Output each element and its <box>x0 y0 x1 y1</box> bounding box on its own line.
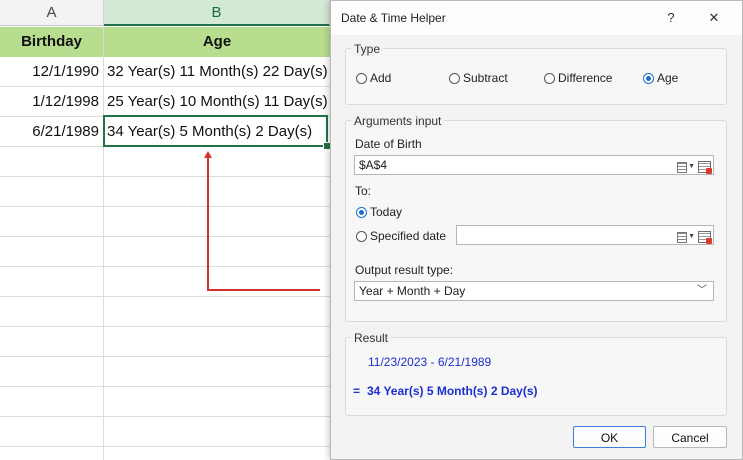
dialog-titlebar[interactable]: Date & Time Helper ? ✕ <box>331 1 742 35</box>
cell-birthday[interactable]: 6/21/1989 <box>0 117 103 147</box>
chevron-down-icon: ﹀ <box>697 285 707 296</box>
output-type-value: Year + Month + Day <box>359 284 466 298</box>
radio-checked-icon <box>643 72 654 84</box>
radio-circle-icon <box>449 72 460 84</box>
radio-label: Today <box>370 205 403 219</box>
result-value: 34 Year(s) 5 Month(s) 2 Day(s) <box>367 384 538 398</box>
result-date-range: 11/23/2023 - 6/21/1989 <box>368 355 492 369</box>
ok-button[interactable]: OK <box>573 426 646 448</box>
dialog-title: Date & Time Helper <box>341 11 446 25</box>
radio-label: Difference <box>558 71 613 85</box>
type-group-title: Type <box>351 42 384 56</box>
dropdown-caret-icon[interactable]: ▼ <box>688 228 695 246</box>
type-group: Type Add Subtract Difference Age <box>345 42 727 105</box>
help-button[interactable]: ? <box>660 7 682 29</box>
result-group-title: Result <box>351 331 392 345</box>
dob-field-icons: ▼ <box>677 158 712 176</box>
specified-date-field[interactable]: ▼ <box>456 225 714 245</box>
dob-value: $A$4 <box>359 158 388 172</box>
arguments-group-title: Arguments input <box>351 114 445 128</box>
radio-label: Specified date <box>370 229 447 243</box>
column-header-a[interactable]: A <box>0 0 104 26</box>
cell-age-header[interactable]: Age <box>104 27 330 57</box>
dob-field[interactable]: $A$4 ▼ <box>354 155 714 175</box>
cell-age[interactable]: 34 Year(s) 5 Month(s) 2 Day(s) <box>104 117 330 147</box>
range-select-icon[interactable] <box>698 231 712 244</box>
arrow-line <box>207 157 209 291</box>
radio-circle-icon <box>356 72 367 84</box>
list-icon[interactable] <box>677 231 688 243</box>
radio-label: Subtract <box>463 71 508 85</box>
cell-birthday[interactable]: 1/12/1998 <box>0 87 103 117</box>
radio-circle-icon <box>356 230 367 242</box>
range-select-icon[interactable] <box>698 161 712 174</box>
cell-age[interactable]: 25 Year(s) 10 Month(s) 11 Day(s) <box>104 87 330 117</box>
radio-label: Add <box>370 71 392 85</box>
type-subtract-radio[interactable]: Subtract <box>449 71 508 85</box>
result-equals: = <box>353 384 361 398</box>
to-label: To: <box>355 184 372 198</box>
output-type-label: Output result type: <box>355 263 454 277</box>
column-header-b[interactable]: B <box>104 0 330 26</box>
dropdown-caret-icon[interactable]: ▼ <box>688 158 695 176</box>
date-time-helper-dialog: Date & Time Helper ? ✕ Type Add Subtract… <box>330 0 743 460</box>
list-icon[interactable] <box>677 161 688 173</box>
cell-age[interactable]: 32 Year(s) 11 Month(s) 22 Day(s) <box>104 57 330 87</box>
arrow-line <box>207 289 320 291</box>
cell-birthday-header[interactable]: Birthday <box>0 27 103 57</box>
arguments-group: Arguments input Date of Birth $A$4 ▼ To:… <box>345 114 727 322</box>
close-button[interactable]: ✕ <box>703 7 725 29</box>
specified-date-radio[interactable]: Specified date <box>356 229 446 243</box>
specified-field-icons: ▼ <box>677 228 712 246</box>
type-age-radio[interactable]: Age <box>643 71 678 85</box>
output-type-select[interactable]: Year + Month + Day ﹀ <box>354 281 714 301</box>
today-radio[interactable]: Today <box>356 205 402 219</box>
radio-circle-icon <box>544 72 555 84</box>
cell-birthday[interactable]: 12/1/1990 <box>0 57 103 87</box>
result-group: Result 11/23/2023 - 6/21/1989 = 34 Year(… <box>345 331 727 416</box>
dob-label: Date of Birth <box>355 137 422 151</box>
radio-label: Age <box>657 71 679 85</box>
type-add-radio[interactable]: Add <box>356 71 391 85</box>
type-difference-radio[interactable]: Difference <box>544 71 612 85</box>
cancel-button[interactable]: Cancel <box>653 426 727 448</box>
radio-checked-icon <box>356 206 367 218</box>
